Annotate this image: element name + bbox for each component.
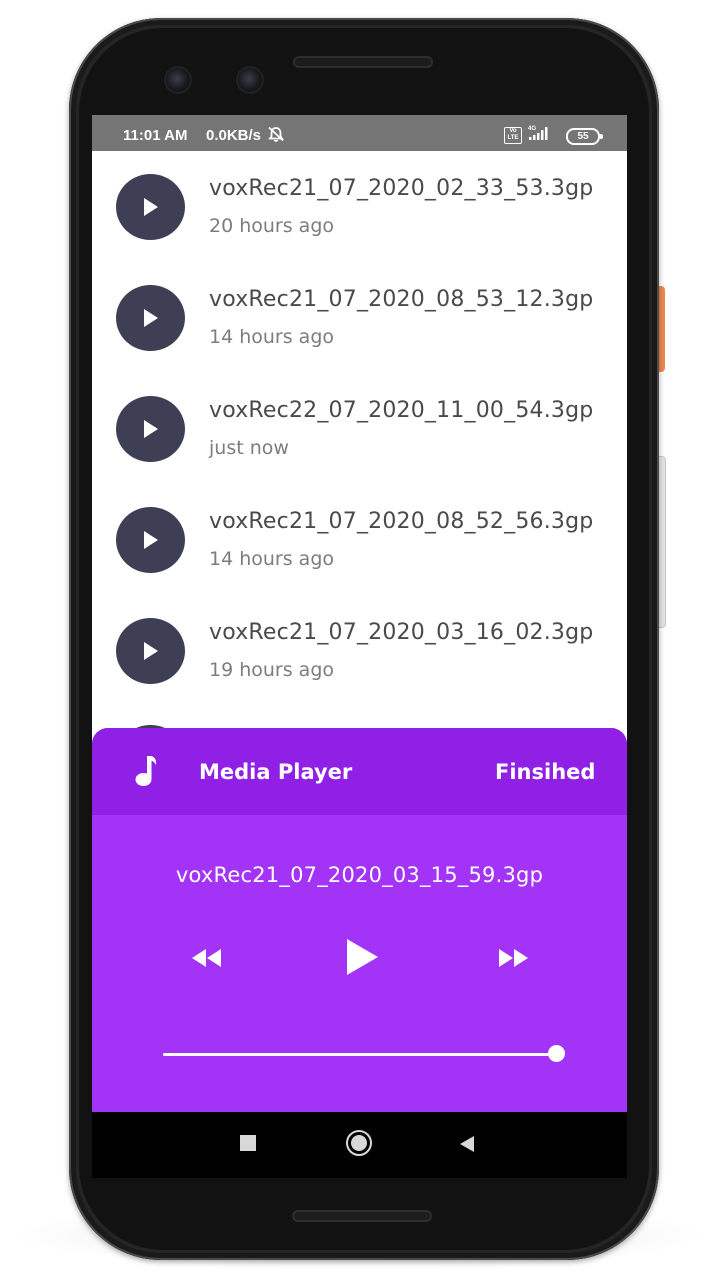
recording-name: voxRec21_07_2020_08_52_56.3gp bbox=[209, 509, 594, 534]
play-icon bbox=[144, 531, 158, 549]
play-icon bbox=[144, 309, 158, 327]
front-camera-icon bbox=[166, 68, 190, 92]
recording-time: 20 hours ago bbox=[209, 215, 335, 237]
recording-item[interactable]: voxRec21_07_2020_08_52_56.3gp 14 hours a… bbox=[92, 484, 627, 595]
recording-name: voxRec21_07_2020_02_33_53.3gp bbox=[209, 176, 594, 201]
signal-icon: 4G bbox=[528, 124, 552, 146]
fast-forward-icon[interactable] bbox=[497, 946, 531, 974]
status-time: 11:01 AM bbox=[123, 127, 188, 144]
recording-name: voxRec21_07_2020_08_53_12.3gp bbox=[209, 287, 594, 312]
play-icon bbox=[144, 198, 158, 216]
media-player-panel: Media Player Finsihed voxRec21_07_2020_0… bbox=[92, 728, 627, 1112]
recording-item[interactable]: voxRec22_07_2020_11_00_54.3gp just now bbox=[92, 373, 627, 484]
recording-play-button[interactable] bbox=[116, 396, 185, 462]
battery-icon: 55 bbox=[566, 128, 603, 145]
recording-time: 14 hours ago bbox=[209, 548, 335, 570]
navigation-bar bbox=[92, 1112, 627, 1178]
recording-time: 19 hours ago bbox=[209, 659, 335, 681]
bottom-speaker bbox=[292, 1210, 432, 1222]
music-note-icon bbox=[132, 754, 158, 792]
current-file-name: voxRec21_07_2020_03_15_59.3gp bbox=[175, 863, 544, 887]
play-icon[interactable] bbox=[344, 937, 380, 981]
status-network-speed: 0.0KB/s bbox=[206, 127, 262, 144]
media-player-title: Media Player bbox=[199, 760, 353, 784]
phone-screen: 11:01 AM 0.0KB/s Vo LTE 4G 55 voxRec21_0… bbox=[92, 115, 627, 1178]
recording-item[interactable]: voxRec21_07_2020_02_33_53.3gp 20 hours a… bbox=[92, 151, 627, 262]
signal-network-label: 4G bbox=[528, 126, 536, 132]
earpiece-speaker bbox=[293, 56, 433, 68]
seek-bar-thumb[interactable] bbox=[547, 1045, 565, 1062]
recording-play-button[interactable] bbox=[116, 174, 185, 240]
rewind-icon[interactable] bbox=[190, 946, 224, 974]
recording-play-button[interactable] bbox=[116, 618, 185, 684]
media-player-header: Media Player Finsihed bbox=[92, 728, 627, 815]
status-bar: 11:01 AM 0.0KB/s Vo LTE 4G 55 bbox=[92, 115, 627, 151]
front-sensor-icon bbox=[238, 68, 262, 92]
playback-status: Finsihed bbox=[495, 760, 596, 784]
recording-name: voxRec21_07_2020_03_16_02.3gp bbox=[209, 620, 594, 645]
seek-bar[interactable] bbox=[163, 1053, 556, 1056]
recording-time: just now bbox=[209, 437, 289, 459]
recording-item[interactable]: voxRec21_07_2020_03_16_02.3gp 19 hours a… bbox=[92, 595, 627, 706]
recording-name: voxRec22_07_2020_11_00_54.3gp bbox=[209, 398, 594, 423]
alarm-off-icon bbox=[267, 126, 285, 146]
play-icon bbox=[144, 420, 158, 438]
recording-play-button[interactable] bbox=[116, 507, 185, 573]
play-icon bbox=[144, 642, 158, 660]
home-circle-icon[interactable] bbox=[346, 1130, 372, 1156]
recording-play-button[interactable] bbox=[116, 285, 185, 351]
recording-item[interactable]: voxRec21_07_2020_08_53_12.3gp 14 hours a… bbox=[92, 262, 627, 373]
volte-icon: Vo LTE bbox=[504, 127, 522, 144]
recording-time: 14 hours ago bbox=[209, 326, 335, 348]
back-triangle-icon[interactable] bbox=[459, 1135, 475, 1157]
square-icon[interactable] bbox=[240, 1135, 256, 1151]
